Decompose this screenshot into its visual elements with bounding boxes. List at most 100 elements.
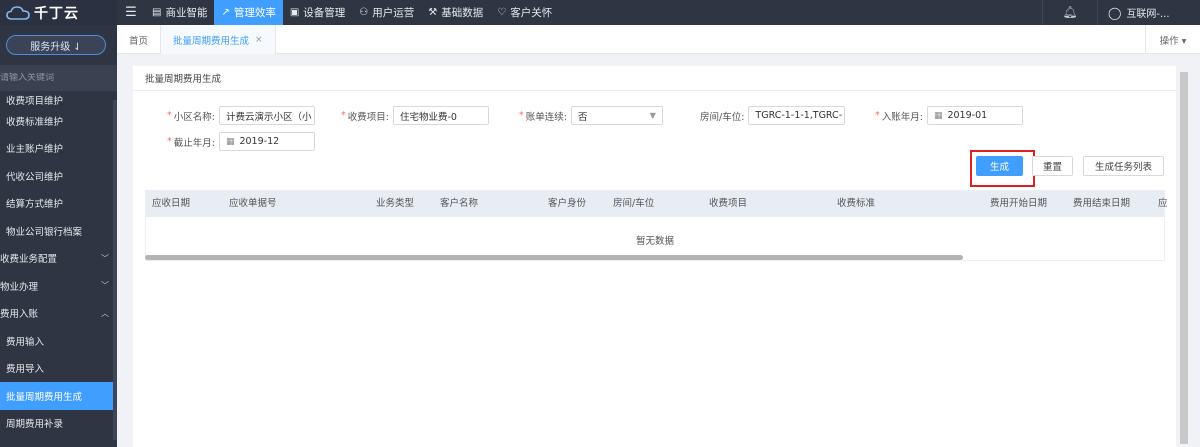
fee-item-input[interactable]: 住宅物业费-0: [392, 106, 489, 125]
bell-icon[interactable]: 🔔︎: [1042, 0, 1097, 25]
field-end-month: * 截止年月: ▦ 2019-12: [167, 132, 315, 151]
chevron-up-icon: ︿: [101, 308, 109, 318]
sidebar-item-label: 代收公司维护: [6, 171, 64, 183]
nav-user-operations[interactable]: ⚇ 用户运营: [352, 0, 421, 25]
nav-device-management[interactable]: ▣ 设备管理: [283, 0, 352, 25]
calendar-icon: ▦: [225, 136, 235, 147]
column-header: 业务类型: [376, 198, 415, 209]
nav-customer-care[interactable]: ♡ 客户关怀: [490, 0, 559, 25]
column-header: 收费项目: [709, 198, 748, 209]
page-title: 批量周期费用生成: [133, 66, 1176, 91]
sidebar-item-settlement[interactable]: 结算方式维护: [0, 190, 117, 218]
sidebar-item-batch-generate[interactable]: 批量周期费用生成: [0, 382, 117, 410]
sidebar-item-collect-company[interactable]: 代收公司维护: [0, 162, 117, 190]
sidebar-search-input[interactable]: [0, 73, 112, 83]
sidebar-item-label: 物业公司银行档案: [6, 226, 83, 238]
sidebar-group-fee-entry[interactable]: 费用入账 ︿: [0, 300, 117, 328]
field-label: 收费项目:: [347, 111, 389, 123]
sidebar-item-fee-input[interactable]: 费用输入: [0, 327, 117, 355]
tab-label: 首页: [129, 35, 149, 47]
chevron-down-icon: ▼: [649, 111, 656, 120]
field-label: 入账年月:: [881, 111, 923, 123]
nav-management-efficiency[interactable]: ↗ 管理效率: [214, 0, 283, 25]
user-avatar-icon: ◯: [1108, 5, 1122, 20]
sidebar-item-fee-standard[interactable]: 收费标准维护: [0, 107, 117, 135]
table-horizontal-scrollbar[interactable]: [145, 255, 963, 260]
field-start-month: * 入账年月: ▦ 2019-01: [875, 106, 1023, 125]
cloud-logo-icon: [6, 5, 30, 20]
column-header: 应: [1158, 198, 1168, 209]
chevron-down-icon: ﹀: [101, 281, 109, 291]
nav-label: 设备管理: [303, 7, 346, 19]
nav-business-intelligence[interactable]: ▤ 商业智能: [145, 0, 214, 25]
nav-basic-data[interactable]: ⚒ 基础数据: [421, 0, 490, 25]
generate-button[interactable]: 生成: [976, 156, 1023, 176]
result-table: 应收日期 应收单据号 业务类型 客户名称 客户身份 房间/车位 收费项目 收费标…: [145, 190, 1168, 261]
page-vertical-scrollbar[interactable]: [1180, 72, 1188, 444]
field-label: 账单连续:: [525, 111, 567, 123]
chart-icon: ↗: [221, 7, 230, 18]
sidebar-item-bank-archive[interactable]: 物业公司银行档案: [0, 217, 117, 245]
continuous-select[interactable]: 否 ▼: [570, 106, 663, 125]
sidebar-item-label: 物业办理: [0, 281, 39, 293]
sidebar-item-label: 费用导入: [6, 364, 45, 376]
field-label: 截止年月:: [173, 137, 215, 149]
nav-label: 商业智能: [165, 7, 208, 19]
required-mark: *: [167, 110, 172, 121]
required-mark: *: [519, 110, 524, 121]
field-label: 房间/车位:: [700, 111, 745, 123]
field-label: 小区名称:: [173, 111, 215, 123]
community-input[interactable]: 计费云演示小区（小: [218, 106, 315, 125]
sidebar-menu: 收费项目维护 收费标准维护 业主账户维护 代收公司维护 结算方式维护 物业公司银…: [0, 93, 117, 437]
heart-icon: ♡: [497, 7, 507, 18]
field-community: * 小区名称: 计费云演示小区（小: [167, 106, 315, 125]
column-header: 应收单据号: [229, 198, 277, 209]
sidebar-item-fee-supplement[interactable]: 周期费用补录: [0, 410, 117, 438]
wrench-icon: ⚒: [428, 7, 438, 18]
column-header: 应收日期: [152, 198, 191, 209]
required-mark: *: [341, 110, 346, 121]
picker-value: 2019-01: [947, 110, 988, 121]
sidebar-item-label: 结算方式维护: [6, 199, 64, 211]
tab-label: 批量周期费用生成: [173, 35, 250, 47]
user-name: 互联网-...: [1126, 9, 1170, 20]
top-nav: ▤ 商业智能 ↗ 管理效率 ▣ 设备管理 ⚇ 用户运营 ⚒ 基础数据 ♡ 客户关怀: [145, 0, 559, 25]
calendar-icon: ▦: [933, 110, 943, 121]
tab-home[interactable]: 首页: [117, 25, 162, 54]
close-icon[interactable]: ×: [255, 35, 263, 45]
sidebar-group-fee-config[interactable]: 收费业务配置 ﹀: [0, 245, 117, 273]
required-mark: *: [875, 110, 880, 121]
sidebar-group-property[interactable]: 物业办理 ﹀: [0, 272, 117, 300]
room-input[interactable]: TGRC-1-1-1,TGRC-: [748, 106, 846, 125]
sidebar: 千丁云 服务升级 ⇃ 收费项目维护 收费标准维护 业主账户维护 代收公司维护 结…: [0, 0, 117, 447]
sidebar-scrollbar[interactable]: [113, 100, 117, 440]
tab-operations-button[interactable]: 操作 ▾: [1145, 25, 1200, 54]
required-mark: *: [167, 136, 172, 147]
nav-label: 管理效率: [233, 7, 276, 19]
field-fee-item: * 收费项目: 住宅物业费-0: [341, 106, 489, 125]
top-right: 🔔︎ ◯ 互联网-...: [1042, 0, 1200, 25]
end-month-picker[interactable]: ▦ 2019-12: [218, 132, 315, 151]
sidebar-item-owner-account[interactable]: 业主账户维护: [0, 135, 117, 163]
start-month-picker[interactable]: ▦ 2019-01: [926, 106, 1023, 125]
device-icon: ▣: [289, 7, 300, 18]
user-ops-icon: ⚇: [359, 7, 369, 18]
field-room: 房间/车位: TGRC-1-1-1,TGRC-: [700, 106, 846, 125]
picker-value: 2019-12: [239, 136, 280, 147]
column-header: 房间/车位: [613, 198, 655, 209]
sidebar-item-fee-item-maintain[interactable]: 收费项目维护: [0, 93, 117, 107]
column-header: 费用结束日期: [1073, 198, 1131, 209]
upgrade-button[interactable]: 服务升级 ⇃: [6, 35, 106, 55]
menu-toggle-icon[interactable]: ☰: [121, 5, 141, 20]
brand: 千丁云: [0, 0, 117, 25]
nav-label: 基础数据: [441, 7, 484, 19]
tab-batch-generate[interactable]: 批量周期费用生成 ×: [161, 25, 276, 54]
reset-button[interactable]: 重置: [1032, 156, 1073, 176]
user-menu[interactable]: ◯ 互联网-...: [1097, 0, 1200, 25]
select-value: 否: [577, 111, 588, 123]
nav-label: 客户关怀: [510, 7, 553, 19]
task-list-button[interactable]: 生成任务列表: [1083, 156, 1164, 176]
column-header: 客户身份: [548, 198, 587, 209]
content-panel: 批量周期费用生成 * 小区名称: 计费云演示小区（小 * 收费项目: 住宅物业费…: [133, 66, 1176, 447]
sidebar-item-fee-import[interactable]: 费用导入: [0, 355, 117, 383]
